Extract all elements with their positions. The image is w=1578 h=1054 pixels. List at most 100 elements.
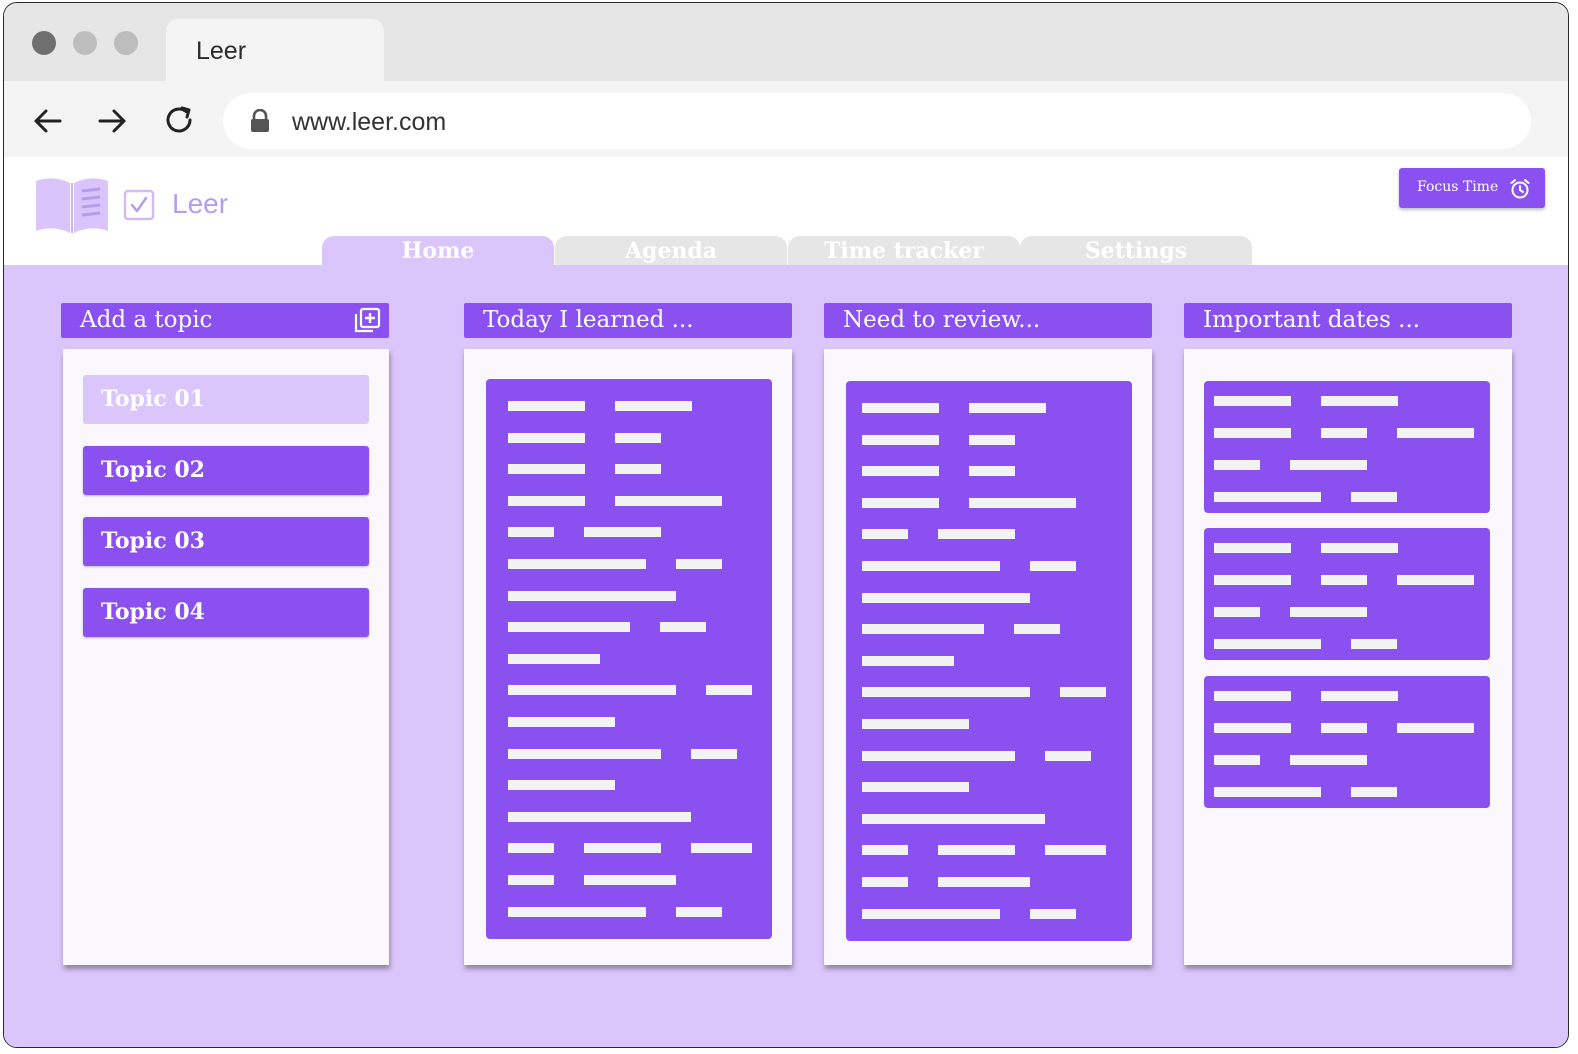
placeholder-text-line [1214,543,1291,553]
placeholder-text-line [508,906,646,917]
placeholder-text-line [1321,691,1398,701]
placeholder-text-line [706,685,752,696]
topics-panel: Topic 01 Topic 02 Topic 03 Topic 04 [63,349,389,965]
placeholder-text-line [1351,787,1397,797]
placeholder-text-line [1014,624,1060,635]
title-bar: Leer [4,3,1568,81]
placeholder-text-line [1214,639,1321,649]
lock-icon [251,109,269,132]
placeholder-text-line [615,401,692,411]
url-text: www.leer.com [292,108,447,136]
placeholder-text-line [1290,755,1367,765]
tab-time-tracker[interactable]: Time tracker [788,236,1020,266]
placeholder-text-line [508,685,676,696]
app-name: Leer [172,188,229,219]
placeholder-text-line [969,466,1015,477]
placeholder-text-line [676,559,722,569]
browser-toolbar: www.leer.com [4,81,1568,157]
placeholder-text-line [691,843,752,854]
placeholder-text-line [862,687,1030,698]
placeholder-text-line [1214,755,1260,765]
placeholder-text-line [1351,639,1397,649]
placeholder-text-line [508,495,585,506]
placeholder-text-line [1214,691,1291,701]
placeholder-text-line [862,750,1015,761]
placeholder-text-line [1214,428,1291,438]
topic-item[interactable]: Topic 04 [83,588,369,637]
placeholder-text-line [862,624,984,635]
maximize-window-button[interactable] [114,31,138,55]
focus-time-button[interactable]: Focus Time [1399,168,1545,208]
date-card[interactable] [1204,381,1490,513]
topic-item[interactable]: Topic 02 [83,446,369,495]
learned-notes-card[interactable] [486,379,772,939]
placeholder-text-line [862,529,908,540]
address-bar[interactable]: www.leer.com [223,93,1531,149]
placeholder-text-line [1351,492,1397,502]
placeholder-text-line [862,466,939,477]
placeholder-text-line [584,843,661,854]
checkbox-logo-icon [123,189,155,221]
tab-settings[interactable]: Settings [1020,236,1252,266]
placeholder-text-line [1214,787,1321,797]
placeholder-text-line [1045,750,1091,761]
placeholder-text-line [615,432,661,443]
placeholder-text-line [1214,575,1291,585]
placeholder-text-line [862,403,939,413]
back-arrow-icon[interactable] [30,103,66,139]
review-notes-card[interactable] [846,381,1132,941]
forward-arrow-icon[interactable] [94,103,130,139]
learned-panel [464,349,792,965]
placeholder-text-line [691,748,737,759]
topic-item[interactable]: Topic 01 [83,375,369,424]
tab-agenda[interactable]: Agenda [555,236,787,266]
app-header: Leer Focus Time Home Agenda Time tracker… [4,157,1568,266]
add-topic-icon[interactable] [353,307,381,334]
close-window-button[interactable] [32,31,56,55]
placeholder-text-line [862,782,969,793]
placeholder-text-line [508,622,630,633]
browser-window: Leer www.leer.com Leer Focus Time Home A… [3,2,1569,1048]
book-logo-icon [36,178,108,233]
alarm-clock-icon [1510,179,1530,199]
placeholder-text-line [1397,428,1474,438]
placeholder-text-line [1321,723,1367,733]
date-card[interactable] [1204,676,1490,808]
add-topic-header[interactable]: Add a topic [61,303,389,338]
placeholder-text-line [862,655,954,666]
placeholder-text-line [1030,908,1076,919]
placeholder-text-line [969,403,1046,413]
placeholder-text-line [1045,845,1106,856]
placeholder-text-line [508,780,615,791]
placeholder-text-line [508,527,554,538]
browser-tab[interactable]: Leer [166,19,384,81]
placeholder-text-line [584,527,661,538]
placeholder-text-line [508,748,661,759]
placeholder-text-line [1214,460,1260,470]
placeholder-text-line [1321,396,1398,406]
main-content: Add a topic Topic 01 Topic 02 Topic 03 T… [4,265,1568,1047]
date-card[interactable] [1204,528,1490,660]
placeholder-text-line [862,908,1000,919]
review-header: Need to review... [824,303,1152,338]
focus-time-label: Focus Time [1417,179,1499,195]
placeholder-text-line [1060,687,1106,698]
reload-icon[interactable] [162,103,198,139]
placeholder-text-line [1214,723,1291,733]
topic-item[interactable]: Topic 03 [83,517,369,566]
minimize-window-button[interactable] [73,31,97,55]
placeholder-text-line [508,559,646,569]
placeholder-text-line [862,719,969,729]
placeholder-text-line [508,401,585,411]
placeholder-text-line [508,875,554,885]
placeholder-text-line [1214,607,1260,617]
placeholder-text-line [862,434,939,445]
placeholder-text-line [1321,575,1367,585]
placeholder-text-line [969,497,1076,508]
tab-home[interactable]: Home [322,236,554,266]
add-topic-label: Add a topic [80,307,213,333]
dates-panel [1184,349,1512,965]
review-panel [824,349,1152,965]
placeholder-text-line [862,497,939,508]
placeholder-text-line [676,906,722,917]
